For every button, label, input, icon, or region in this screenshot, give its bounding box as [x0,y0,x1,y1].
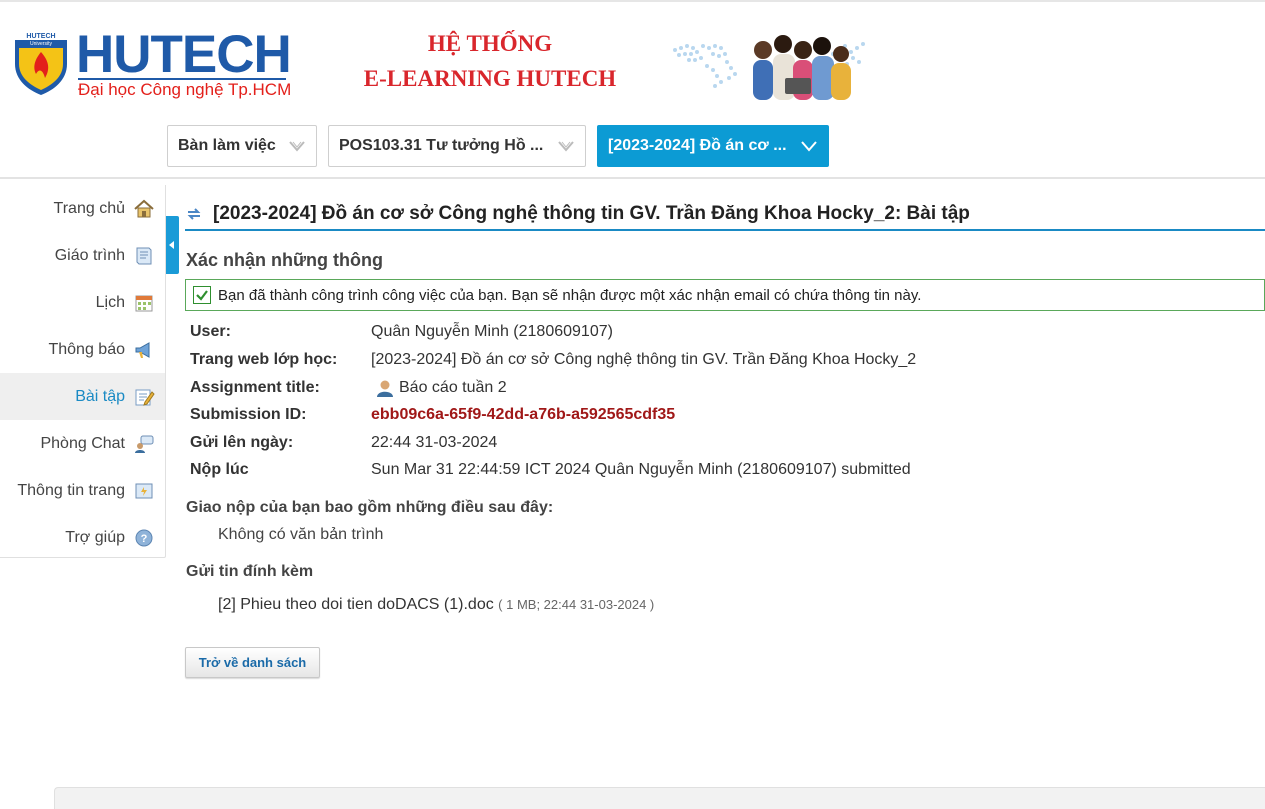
detail-key: User: [190,323,231,340]
no-text-submitted: Không có văn bản trình [218,526,384,543]
chat-icon [135,435,154,453]
checkmark-icon [193,286,211,304]
page-title-bar: [2023-2024] Đồ án cơ sở Công nghệ thông … [185,199,1265,231]
system-title-line-1: HỆ THỐNG [427,31,553,56]
submission-content-heading: Giao nộp của bạn bao gồm những điều sau … [186,499,554,516]
system-title: HỆ THỐNG E-LEARNING HUTECH [340,30,640,93]
attachments-heading: Gửi tin đính kèm [186,563,314,580]
sidebar-item-label: Thông báo [48,340,125,358]
submission-id-value: ebb09c6a-65f9-42dd-a76b-a592565cdf35 [371,406,676,423]
refresh-icon[interactable] [185,205,203,223]
sidebar-item-label: Bài tập [75,387,125,405]
detail-key: Gửi lên ngày: [190,434,294,451]
chevron-down-icon [289,141,305,152]
chevron-down-icon [801,141,817,152]
sidebar-item-help[interactable]: Trợ giúp ? [0,514,165,561]
back-to-list-button[interactable]: Trở về danh sách [185,647,320,678]
megaphone-icon [135,341,150,358]
top-divider [0,0,1265,2]
site-dropdown[interactable]: [2023-2024] Đồ án cơ ... [597,125,829,167]
sidebar-item-announcements[interactable]: Thông báo [0,326,165,373]
svg-text:University: University [30,41,52,47]
chevron-down-icon [558,141,574,152]
tool-sidebar: Trang chủ Giáo trình Lịch Thông báo Bài … [0,185,166,558]
sidebar-item-label: Trợ giúp [65,528,125,546]
user-icon [377,380,393,397]
sidebar-collapse-tab[interactable] [166,216,179,274]
detail-key: Submission ID: [190,406,307,423]
site-dropdown-label: [2023-2024] Đồ án cơ ... [608,137,787,154]
sidebar-item-calendar[interactable]: Lịch [0,279,165,326]
page-title: [2023-2024] Đồ án cơ sở Công nghệ thông … [213,203,970,224]
detail-value: Báo cáo tuần 2 [399,379,507,396]
sidebar-item-home[interactable]: Trang chủ [0,185,165,232]
sidebar-item-label: Phòng Chat [40,434,125,452]
course-dropdown[interactable]: POS103.31 Tư tưởng Hồ ... [328,125,586,167]
success-message-box: Bạn đã thành công trình công việc của bạ… [185,279,1265,311]
sidebar-item-label: Giáo trình [54,246,125,264]
detail-value: [2023-2024] Đồ án cơ sở Công nghệ thông … [371,351,917,368]
sidebar-item-label: Trang chủ [53,199,125,217]
detail-value-wrapper: Báo cáo tuần 2 [371,378,507,398]
sidebar-item-syllabus[interactable]: Giáo trình [0,232,165,279]
svg-text:HUTECH: HUTECH [26,33,55,40]
sidebar-item-label: Lịch [95,293,125,311]
shield-logo-icon: HUTECH University [15,33,67,95]
logo-wordmark: HUTECH [76,25,292,84]
logo-subtitle: Đại học Công nghệ Tp.HCM [78,80,292,99]
detail-key: Nộp lúc [190,461,249,478]
sidebar-item-chat-room[interactable]: Phòng Chat [0,420,165,467]
site-info-icon [135,483,153,498]
confirm-heading: Xác nhận những thông [186,250,384,270]
detail-value: Sun Mar 31 22:44:59 ICT 2024 Quân Nguyễn… [371,461,911,478]
assignment-icon [135,389,155,406]
svg-text:?: ? [141,533,148,545]
detail-key: Trang web lớp học: [190,351,338,368]
workspace-dropdown[interactable]: Bàn làm việc [167,125,317,167]
attachment-link[interactable]: [2] Phieu theo doi tien doDACS (1).doc [218,596,494,613]
detail-value: Quân Nguyễn Minh (2180609107) [371,323,613,340]
students-world-banner [673,35,865,100]
sidebar-item-label: Thông tin trang [17,481,125,499]
course-dropdown-label: POS103.31 Tư tưởng Hồ ... [339,137,544,154]
hutech-logo[interactable]: HUTECH University HUTECH Đại học Công ng… [12,25,292,102]
footer-bar [54,787,1265,809]
help-icon: ? [135,529,153,546]
attachment-item: [2] Phieu theo doi tien doDACS (1).doc (… [218,596,654,614]
sidebar-item-site-info[interactable]: Thông tin trang [0,467,165,514]
home-icon [134,199,154,217]
system-title-line-2: E-LEARNING HUTECH [363,66,617,91]
attachment-meta: ( 1 MB; 22:44 31-03-2024 ) [498,597,655,612]
success-message: Bạn đã thành công trình công việc của bạ… [218,286,922,304]
header-divider [0,177,1265,179]
detail-key: Assignment title: [190,379,320,396]
book-icon [136,247,152,264]
detail-value: 22:44 31-03-2024 [371,434,498,451]
workspace-dropdown-label: Bàn làm việc [178,137,276,154]
sidebar-item-assignments[interactable]: Bài tập [0,373,165,420]
calendar-icon [135,295,153,311]
